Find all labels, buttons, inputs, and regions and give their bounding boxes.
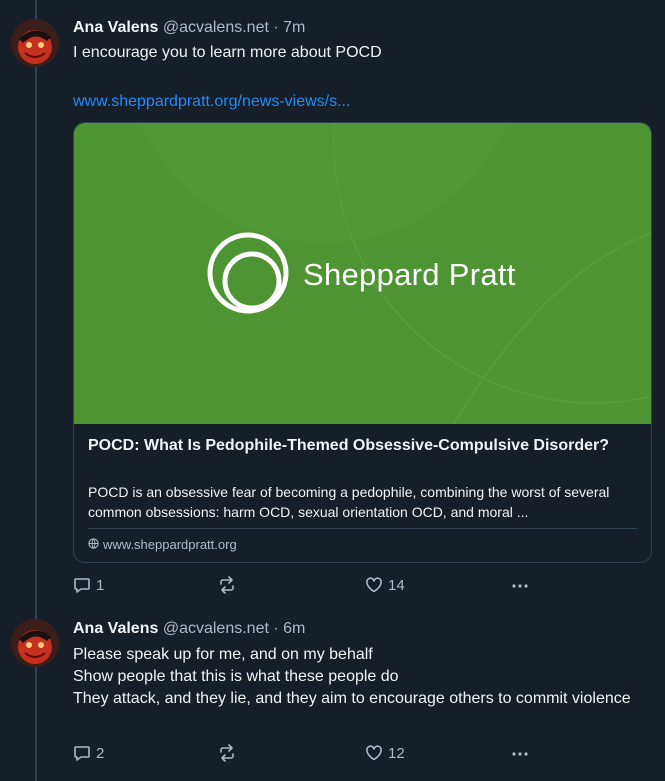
globe-icon <box>88 536 99 554</box>
author-handle[interactable]: @acvalens.net <box>163 620 269 637</box>
post-text: I encourage you to learn more about POCD <box>73 42 651 64</box>
heart-icon <box>365 576 383 594</box>
link-preview-image: Sheppard Pratt <box>74 123 651 424</box>
repost-button[interactable] <box>218 741 241 765</box>
reply-button[interactable]: 1 <box>73 573 104 597</box>
author-name[interactable]: Ana Valens <box>73 620 158 637</box>
card-divider <box>88 528 637 529</box>
brand-logo-text: Sheppard Pratt <box>303 257 516 292</box>
link-preview-title: POCD: What Is Pedophile-Themed Obsessive… <box>88 437 609 454</box>
link-preview-description: POCD is an obsessive fear of becoming a … <box>88 484 610 520</box>
heart-icon <box>365 744 383 762</box>
like-button[interactable]: 12 <box>365 741 405 765</box>
repost-button[interactable] <box>218 573 241 597</box>
domain-text: www.sheppardpratt.org <box>103 537 237 552</box>
meta-separator: · <box>268 620 284 637</box>
post-actions: 2 12 <box>73 741 553 765</box>
post-header: Ana Valens @acvalens.net · 6m <box>73 619 651 639</box>
post-text: Please speak up for me, and on my behalf… <box>73 644 651 710</box>
post-header: Ana Valens @acvalens.net · 7m <box>73 18 651 38</box>
link-preview-card[interactable]: Sheppard Pratt POCD: What Is Pedophile-T… <box>73 122 652 563</box>
author-handle[interactable]: @acvalens.net <box>163 19 269 36</box>
reply-count: 2 <box>96 744 105 762</box>
reply-count: 1 <box>96 576 105 594</box>
post-timestamp[interactable]: 6m <box>283 620 305 637</box>
more-options-button[interactable] <box>510 573 530 597</box>
avatar[interactable] <box>11 19 59 67</box>
more-options-button[interactable] <box>510 741 530 765</box>
ellipsis-icon <box>510 576 530 594</box>
post-text-line: Show people that this is what these peop… <box>73 668 399 685</box>
speech-bubble-icon <box>73 576 91 594</box>
post-link[interactable]: www.sheppardpratt.org/news-views/s... <box>73 93 350 110</box>
meta-separator: · <box>268 19 284 36</box>
like-button[interactable]: 14 <box>365 573 405 597</box>
avatar[interactable] <box>11 619 59 667</box>
like-count: 14 <box>388 576 405 594</box>
post-text-line: They attack, and they lie, and they aim … <box>73 690 631 707</box>
post-text-line: Please speak up for me, and on my behalf <box>73 646 373 663</box>
speech-bubble-icon <box>73 744 91 762</box>
link-preview-domain: www.sheppardpratt.org <box>88 536 237 554</box>
like-count: 12 <box>388 744 405 762</box>
post-timestamp[interactable]: 7m <box>283 19 305 36</box>
repost-arrows-icon <box>218 744 236 762</box>
repost-arrows-icon <box>218 576 236 594</box>
author-name[interactable]: Ana Valens <box>73 19 158 36</box>
post-actions: 1 14 <box>73 573 553 597</box>
ellipsis-icon <box>510 744 530 762</box>
post-text-line: I encourage you to learn more about POCD <box>73 44 382 61</box>
reply-button[interactable]: 2 <box>73 741 104 765</box>
